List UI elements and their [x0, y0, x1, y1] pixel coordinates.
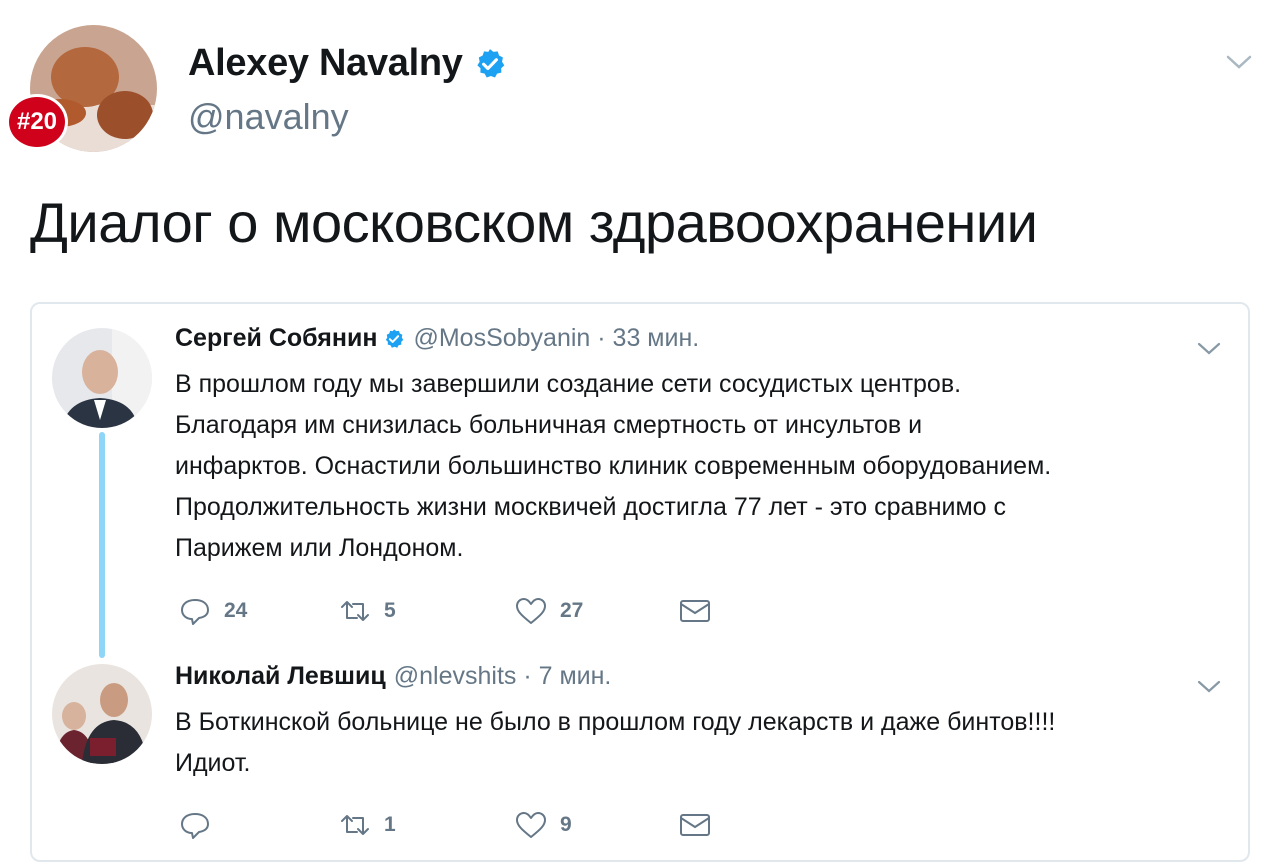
avatar-badge: #20 — [6, 94, 68, 150]
heart-icon — [516, 598, 546, 624]
reply-author-name[interactable]: Сергей Собянин — [175, 324, 377, 353]
reply-header-levshits: Николай Левшиц @nlevshits · 7 мин. — [175, 662, 611, 691]
like-count: 9 — [560, 813, 572, 836]
reply-text-line: В Боткинской больнице не было в прошлом … — [175, 708, 1056, 736]
reply-author-name[interactable]: Николай Левшиц — [175, 662, 386, 691]
retweet-button[interactable]: 1 — [338, 810, 396, 840]
author-name-text: Alexey Navalny — [188, 42, 463, 84]
author-name[interactable]: Alexey Navalny — [188, 42, 507, 85]
retweet-button[interactable]: 5 — [338, 596, 396, 626]
reply-text-line: инфарктов. Оснастили большинство клиник … — [175, 452, 1052, 480]
verified-icon — [386, 328, 404, 348]
reply-text-line: Благодаря им снизилась больничная смертн… — [175, 411, 923, 439]
reply-button[interactable]: 24 — [178, 596, 247, 626]
direct-message-button[interactable] — [678, 596, 712, 626]
reply-count: 24 — [224, 599, 248, 622]
avatar-photo — [52, 328, 152, 428]
reply-text-line: В прошлом году мы завершили создание сет… — [175, 370, 962, 398]
reply-text-line: Идиот. — [175, 749, 251, 777]
envelope-icon — [680, 600, 710, 622]
envelope-icon — [680, 814, 710, 836]
avatar-photo — [52, 664, 152, 764]
heart-icon — [516, 812, 546, 838]
reply-text-sobyanin: В прошлом году мы завершили создание сет… — [175, 364, 1235, 569]
reply-icon — [181, 813, 209, 839]
reply-avatar-sobyanin[interactable] — [52, 328, 152, 428]
direct-message-button[interactable] — [678, 810, 712, 840]
reply-icon — [181, 599, 209, 625]
retweet-icon — [341, 815, 369, 835]
like-count: 27 — [560, 599, 584, 622]
reply-button[interactable] — [178, 810, 224, 840]
reply-meta[interactable]: @nlevshits · 7 мин. — [394, 662, 612, 691]
retweet-count: 5 — [384, 599, 396, 622]
tweet-text: Диалог о московском здравоохранении — [30, 191, 1038, 254]
reply-text-line: Продолжительность жизни москвичей достиг… — [175, 493, 1007, 521]
chevron-down-icon[interactable] — [1196, 678, 1222, 694]
verified-icon — [477, 48, 504, 77]
action-bar: 24 5 27 — [178, 596, 738, 630]
thread-connector — [99, 432, 105, 658]
reply-header-sobyanin: Сергей Собянин @MosSobyanin · 33 мин. — [175, 324, 699, 353]
like-button[interactable]: 9 — [514, 810, 572, 840]
chevron-down-icon[interactable] — [1196, 340, 1222, 356]
author-handle[interactable]: @navalny — [188, 96, 349, 138]
retweet-count: 1 — [384, 813, 396, 836]
action-bar: 1 9 — [178, 810, 738, 844]
reply-meta[interactable]: @MosSobyanin · 33 мин. — [413, 324, 699, 353]
like-button[interactable]: 27 — [514, 596, 583, 626]
reply-avatar-levshits[interactable] — [52, 664, 152, 764]
retweet-icon — [341, 601, 369, 621]
reply-text-line: Парижем или Лондоном. — [175, 534, 464, 562]
reply-text-levshits: В Боткинской больнице не было в прошлом … — [175, 702, 1235, 784]
chevron-down-icon[interactable] — [1224, 52, 1254, 72]
